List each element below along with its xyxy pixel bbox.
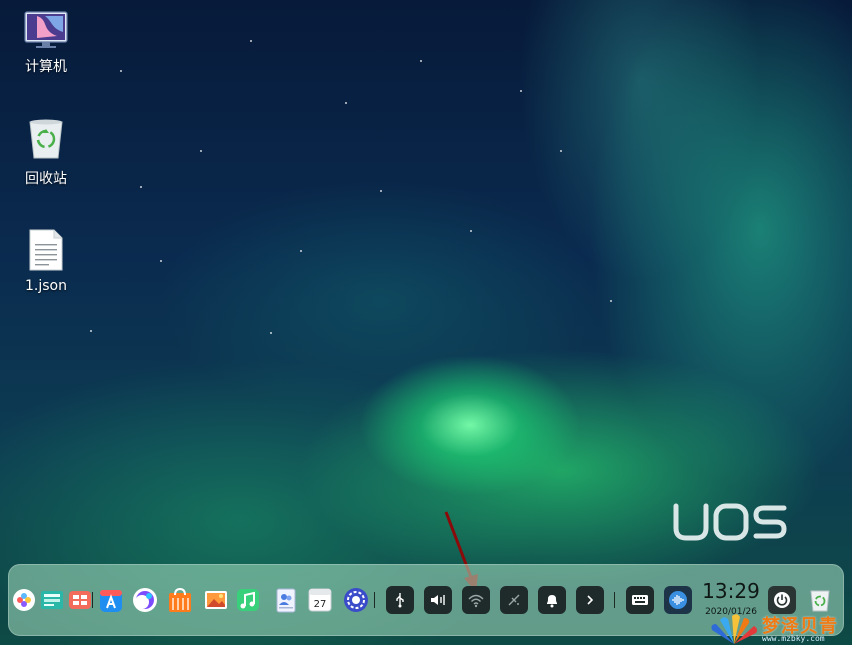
- dock-separator: [614, 592, 615, 608]
- tray-assistant[interactable]: [664, 586, 692, 614]
- store-bag-icon: [169, 587, 191, 612]
- dock-app-contacts[interactable]: [272, 586, 300, 614]
- tray-bluetooth[interactable]: [500, 586, 528, 614]
- tray-keyboard[interactable]: [626, 586, 654, 614]
- uos-logo: [673, 503, 787, 541]
- desktop-icon-json-file[interactable]: 1.json: [10, 228, 82, 294]
- dock-app-browser[interactable]: [131, 586, 159, 614]
- image-viewer-icon: [205, 591, 227, 609]
- tray-network[interactable]: [462, 586, 490, 614]
- settings-gear-icon: [344, 588, 368, 612]
- usb-icon: [396, 593, 404, 608]
- bluetooth-off-icon: [508, 594, 520, 606]
- dock-app-calendar[interactable]: 27: [306, 586, 334, 614]
- desktop-icon-label: 计算机: [25, 59, 67, 75]
- tray-notifications[interactable]: [538, 586, 566, 614]
- multitasking-view-icon: [41, 591, 63, 609]
- tray-expand[interactable]: [576, 586, 604, 614]
- calendar-day: 27: [314, 599, 327, 610]
- keyboard-icon: [632, 595, 648, 605]
- dock-app-launcher[interactable]: [10, 586, 38, 614]
- desktop-icon-trash[interactable]: 回收站: [10, 118, 82, 188]
- trash-icon: [29, 119, 63, 159]
- music-icon: [237, 589, 259, 611]
- dock-separator: [92, 592, 93, 608]
- dock-app-file-manager[interactable]: [66, 586, 94, 614]
- contacts-icon: [276, 588, 296, 613]
- dock-app-control-center[interactable]: [342, 586, 370, 614]
- watermark-url: www.mzbky.com: [762, 634, 825, 643]
- dock-separator: [374, 592, 375, 608]
- browser-icon: [133, 588, 157, 612]
- launcher-icon: [13, 589, 35, 611]
- watermark-logo: [711, 614, 758, 644]
- volume-icon: [431, 595, 445, 605]
- desktop[interactable]: 计算机 回收站 1.json 27 13:29 2020/01/26 梦泽贝青 …: [0, 0, 852, 645]
- bell-icon: [547, 595, 557, 608]
- calendar-icon: 27: [308, 588, 332, 612]
- dock-app-multitasking[interactable]: [38, 586, 66, 614]
- app-store-icon: [100, 590, 122, 612]
- dock-app-store[interactable]: [166, 586, 194, 614]
- file-manager-icon: [69, 591, 91, 609]
- desktop-icon-label: 回收站: [25, 171, 67, 187]
- tray-volume[interactable]: [424, 586, 452, 614]
- document-icon: [29, 229, 63, 271]
- tray-usb[interactable]: [386, 586, 414, 614]
- watermark: 梦泽贝青 www.mzbky.com: [706, 610, 852, 645]
- dock-app-image-viewer[interactable]: [202, 586, 230, 614]
- computer-icon: [24, 11, 68, 48]
- dock-app-app-store[interactable]: [97, 586, 125, 614]
- desktop-icon-label: 1.json: [25, 278, 67, 294]
- voice-assistant-icon: [669, 591, 687, 609]
- clock-time: 13:29: [702, 579, 760, 603]
- wireless-icon: [468, 594, 484, 608]
- dock-app-music[interactable]: [234, 586, 262, 614]
- desktop-icon-computer[interactable]: 计算机: [10, 10, 82, 76]
- power-icon: [774, 592, 790, 608]
- chevron-right-icon: [587, 595, 594, 605]
